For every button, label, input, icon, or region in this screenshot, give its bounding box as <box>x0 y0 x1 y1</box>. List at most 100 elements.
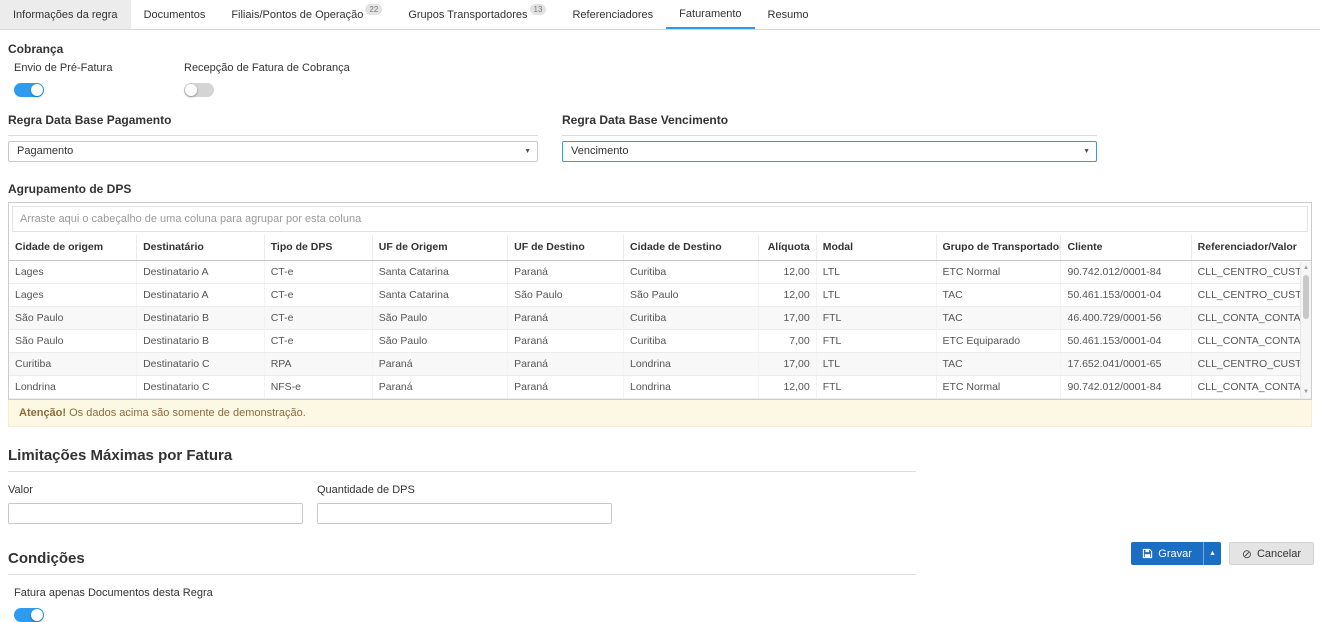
table-row[interactable]: São PauloDestinatario BCT-eSão PauloPara… <box>9 329 1311 352</box>
recepcao-de-fatura-de-cobranca-toggle[interactable] <box>184 83 214 97</box>
save-button[interactable]: Gravar <box>1131 542 1203 565</box>
cell: 46.400.729/0001-56 <box>1061 306 1191 329</box>
chevron-down-icon: ▼ <box>524 142 531 162</box>
cell: CLL_CONTA_CONTABIL: DEPART_A <box>1191 375 1311 398</box>
table-row[interactable]: CuritibaDestinatario CRPAParanáParanáLon… <box>9 352 1311 375</box>
column-header-cidade-de-origem[interactable]: Cidade de origem <box>9 235 137 260</box>
cell: FTL <box>816 329 936 352</box>
cell: Santa Catarina <box>372 283 507 306</box>
column-header-modal[interactable]: Modal <box>816 235 936 260</box>
tab-documentos[interactable]: Documentos <box>131 0 219 29</box>
envio-de-pre-fatura-toggle[interactable] <box>14 83 44 97</box>
table-row[interactable]: LagesDestinatario ACT-eSanta CatarinaSão… <box>9 283 1311 306</box>
column-header-uf-de-destino[interactable]: UF de Destino <box>508 235 624 260</box>
cancel-icon: ⊘ <box>1242 548 1252 560</box>
cell: ETC Equiparado <box>936 329 1061 352</box>
scrollbar-thumb[interactable] <box>1303 275 1309 319</box>
tab-label: Documentos <box>144 9 206 21</box>
cell: Londrina <box>9 375 137 398</box>
cell: São Paulo <box>372 329 507 352</box>
scroll-up-icon[interactable]: ▲ <box>1301 263 1311 273</box>
cell: 12,00 <box>759 283 816 306</box>
field-label: Quantidade de DPS <box>317 484 612 496</box>
cell: Paraná <box>508 329 624 352</box>
column-header-uf-de-origem[interactable]: UF de Origem <box>372 235 507 260</box>
section-title-agrupamento: Agrupamento de DPS <box>8 182 1312 196</box>
tab-label: Filiais/Pontos de Operação <box>231 9 363 21</box>
tab-filiais-pontos-de-operacao[interactable]: Filiais/Pontos de Operação22 <box>218 0 395 29</box>
column-header-tipo-de-dps[interactable]: Tipo de DPS <box>264 235 372 260</box>
section-title-condicoes: Condições <box>8 550 916 575</box>
cell: Curitiba <box>624 329 759 352</box>
regra-pagamento-block: Regra Data Base Pagamento Pagamento ▼ <box>8 113 538 162</box>
table-row[interactable]: São PauloDestinatario BCT-eSão PauloPara… <box>9 306 1311 329</box>
cell: 17.652.041/0001-65 <box>1061 352 1191 375</box>
cell: TAC <box>936 283 1061 306</box>
cell: Paraná <box>508 260 624 283</box>
regra-pagamento-select[interactable]: Pagamento ▼ <box>8 141 538 162</box>
column-header-destinatario[interactable]: Destinatário <box>137 235 265 260</box>
toggle-knob <box>185 84 197 96</box>
tab-referenciadores[interactable]: Referenciadores <box>559 0 666 29</box>
cell: RPA <box>264 352 372 375</box>
fatura-apenas-documentos-toggle[interactable] <box>14 608 44 622</box>
cell: CT-e <box>264 329 372 352</box>
table-row[interactable]: LondrinaDestinatario CNFS-eParanáParanáL… <box>9 375 1311 398</box>
cell: TAC <box>936 352 1061 375</box>
tab-bar: Informações da regra Documentos Filiais/Po… <box>0 0 1320 30</box>
section-title-cobranca: Cobrança <box>8 42 1312 56</box>
tab-resumo[interactable]: Resumo <box>755 0 822 29</box>
scroll-down-icon[interactable]: ▼ <box>1301 387 1311 397</box>
cell: São Paulo <box>372 306 507 329</box>
quantidade-de-dps-input[interactable] <box>317 503 612 524</box>
cell: São Paulo <box>9 329 137 352</box>
toggle-knob <box>31 609 43 621</box>
save-button-label: Gravar <box>1158 548 1192 560</box>
column-header-aliquota[interactable]: Alíquota <box>759 235 816 260</box>
section-title-limitacoes: Limitações Máximas por Fatura <box>8 447 916 472</box>
cancel-button[interactable]: ⊘ Cancelar <box>1229 542 1314 565</box>
regra-vencimento-select[interactable]: Vencimento ▼ <box>562 141 1097 162</box>
faturamento-page: Cobrança Envio de Pré-FaturaRecepção de … <box>0 42 1320 622</box>
tab-faturamento[interactable]: Faturamento <box>666 0 754 29</box>
section-title-regra-vencimento: Regra Data Base Vencimento <box>562 113 1097 136</box>
table-scrollbar[interactable]: ▲ ▼ <box>1300 262 1311 398</box>
cell: São Paulo <box>508 283 624 306</box>
table-header-row: Cidade de origemDestinatárioTipo de DPSU… <box>9 235 1311 260</box>
tab-grupos-transportadores[interactable]: Grupos Transportadores13 <box>395 0 559 29</box>
save-options-button[interactable]: ▲ <box>1203 542 1221 565</box>
column-header-cliente[interactable]: Cliente <box>1061 235 1191 260</box>
table-row[interactable]: LagesDestinatario ACT-eSanta CatarinaPar… <box>9 260 1311 283</box>
cell: FTL <box>816 306 936 329</box>
group-by-panel[interactable]: Arraste aqui o cabeçalho de uma coluna p… <box>12 206 1308 232</box>
demo-warning: Atenção! Os dados acima são somente de d… <box>8 400 1312 427</box>
cell: Paraná <box>508 352 624 375</box>
cell: Lages <box>9 283 137 306</box>
cell: Paraná <box>508 375 624 398</box>
cell: CT-e <box>264 283 372 306</box>
cell: São Paulo <box>9 306 137 329</box>
column-header-grupo-de-transportador[interactable]: Grupo de Transportador <box>936 235 1061 260</box>
cell: Paraná <box>372 375 507 398</box>
cell: CLL_CENTRO_CUSTO: TL_DIST <box>1191 352 1311 375</box>
toggle-label: Envio de Pré-Fatura <box>14 62 172 74</box>
valor-input[interactable] <box>8 503 303 524</box>
cell: CT-e <box>264 260 372 283</box>
cell: TAC <box>936 306 1061 329</box>
cell: CLL_CENTRO_CUSTO: LTL_DIST <box>1191 260 1311 283</box>
cell: LTL <box>816 260 936 283</box>
cell: LTL <box>816 352 936 375</box>
cell: CT-e <box>264 306 372 329</box>
cell: 90.742.012/0001-84 <box>1061 375 1191 398</box>
column-header-cidade-de-destino[interactable]: Cidade de Destino <box>624 235 759 260</box>
cell: Destinatario A <box>137 260 265 283</box>
field-quantidade-de-dps: Quantidade de DPS <box>317 484 612 524</box>
section-cobranca: Cobrança Envio de Pré-FaturaRecepção de … <box>8 42 1312 97</box>
cell: CLL_CONTA_CONTABIL: DEPART_B <box>1191 329 1311 352</box>
column-header-referenciador-valor[interactable]: Referenciador/Valor <box>1191 235 1311 260</box>
cell: 7,00 <box>759 329 816 352</box>
cell: Curitiba <box>624 306 759 329</box>
tab-informacoes-da-regra[interactable]: Informações da regra <box>0 0 131 29</box>
cell: ETC Normal <box>936 375 1061 398</box>
cell: Paraná <box>372 352 507 375</box>
